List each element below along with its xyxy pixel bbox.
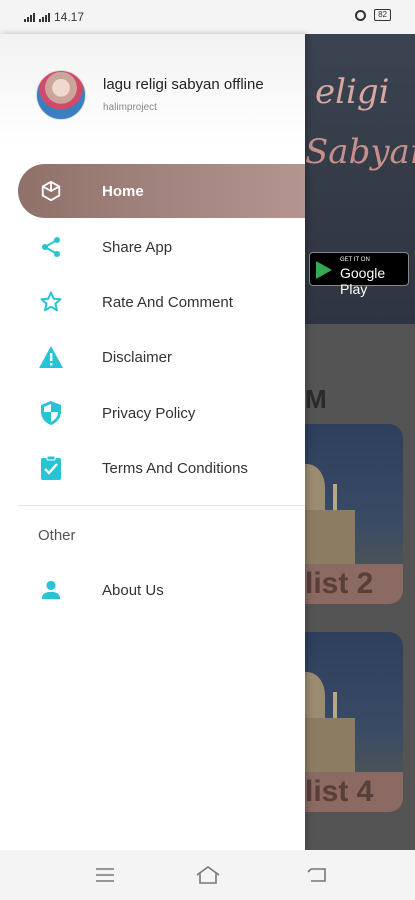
system-nav-bar <box>0 850 415 900</box>
menu-item-share-app[interactable]: Share App <box>18 220 305 274</box>
status-time: 14.17 <box>54 10 85 24</box>
person-icon <box>38 577 64 603</box>
menu-item-label: About Us <box>102 581 164 599</box>
menu-icon[interactable] <box>92 864 118 886</box>
menu-item-label: Privacy Policy <box>102 404 196 422</box>
menu-item-disclaimer[interactable]: Disclaimer <box>18 330 305 384</box>
mosque-dome-image <box>305 672 325 718</box>
menu-item-label: Rate And Comment <box>102 293 233 311</box>
playlist-card[interactable]: list 4 <box>305 632 403 812</box>
signal-icon <box>39 12 50 22</box>
warning-icon <box>38 344 64 370</box>
menu-item-rate-and-comment[interactable]: Rate And Comment <box>18 275 305 329</box>
menu-item-about-us[interactable]: About Us <box>18 563 305 617</box>
play-store-icon <box>316 261 332 279</box>
menu-item-terms-and-conditions[interactable]: Terms And Conditions <box>18 441 305 495</box>
divider <box>18 505 305 506</box>
signal-icon <box>24 12 35 22</box>
menu-item-home[interactable]: Home <box>18 164 305 218</box>
star-icon <box>38 289 64 315</box>
share-icon <box>38 234 64 260</box>
hero-title-line2: Sabyan <box>305 132 415 172</box>
navigation-drawer: lagu religi sabyan offline halimproject … <box>0 34 305 850</box>
mosque-dome-image <box>305 464 325 510</box>
app-subtitle: halimproject <box>103 102 157 113</box>
cube-icon <box>38 178 64 204</box>
clipboard-check-icon <box>38 455 64 481</box>
menu-item-label: Disclaimer <box>102 348 173 366</box>
badge-big-text: Google Play <box>340 265 386 297</box>
drawer-header: lagu religi sabyan offline halimproject <box>0 34 305 146</box>
alarm-icon <box>355 9 367 21</box>
playlist-label: list 2 <box>305 564 403 604</box>
back-icon[interactable] <box>304 864 330 886</box>
hero-banner: eligi Sabyan GET IT ON Google Play <box>305 34 415 324</box>
mosque-building-image <box>305 510 355 570</box>
avatar <box>36 70 86 120</box>
home-icon[interactable] <box>195 864 221 886</box>
shield-icon <box>38 400 64 426</box>
section-heading: M <box>305 384 327 414</box>
menu-item-label: Home <box>102 182 144 200</box>
badge-small-text: GET IT ON <box>340 257 370 263</box>
menu-item-label: Share App <box>102 238 173 256</box>
menu-item-privacy-policy[interactable]: Privacy Policy <box>18 386 305 440</box>
google-play-badge[interactable]: GET IT ON Google Play <box>309 252 409 297</box>
playlist-card[interactable]: list 2 <box>305 424 403 604</box>
battery-icon: 82 <box>374 9 391 21</box>
app-title: lagu religi sabyan offline <box>103 76 264 93</box>
status-bar: 14.17 82 <box>0 0 415 34</box>
playlist-label: list 4 <box>305 772 403 812</box>
playlist-section: M list 2 list 4 <box>305 324 415 850</box>
hero-title-line1: eligi <box>315 72 390 112</box>
mosque-building-image <box>305 718 355 778</box>
background-app: eligi Sabyan GET IT ON Google Play M lis… <box>305 34 415 850</box>
section-header-other: Other <box>38 527 76 544</box>
menu-item-label: Terms And Conditions <box>102 459 248 477</box>
